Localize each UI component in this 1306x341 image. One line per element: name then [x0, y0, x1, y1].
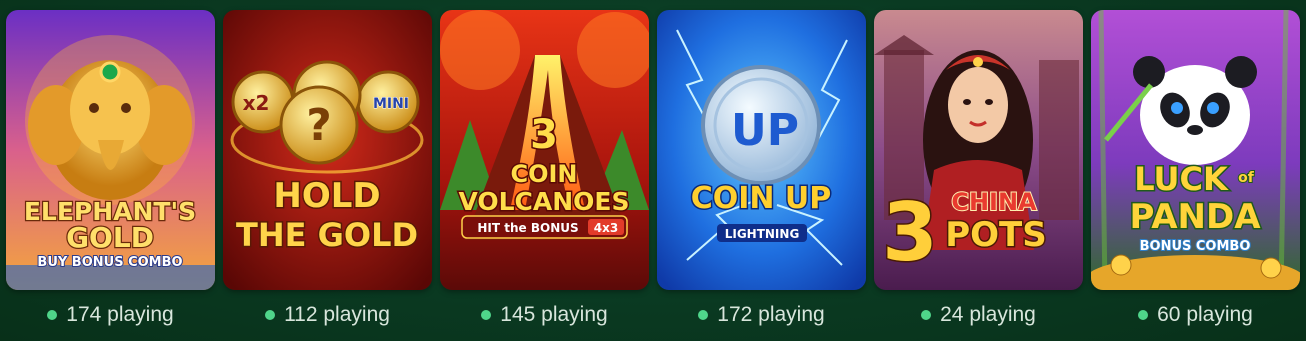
title-line2: THE GOLD: [236, 216, 418, 254]
game-card-luck-of-panda[interactable]: LUCK of PANDA BONUS COMBO: [1091, 10, 1300, 290]
title-number: 3: [530, 112, 558, 158]
game-thumbnail: UP COIN UP LIGHTNING: [657, 10, 866, 290]
online-dot-icon: [481, 310, 492, 320]
title-line2: VOLCANOES: [458, 187, 629, 216]
online-dot-icon: [47, 310, 58, 320]
online-dot-icon: [1138, 310, 1149, 320]
game-thumbnail: LUCK of PANDA BONUS COMBO: [1091, 10, 1300, 290]
players-status: 174 playing: [2, 300, 219, 330]
coin-label-right: MINI: [373, 96, 409, 112]
game-card-elephants-gold[interactable]: ELEPHANT'S GOLD BUY BONUS COMBO: [6, 10, 215, 290]
players-count: 145 playing: [500, 303, 608, 326]
games-row: ELEPHANT'S GOLD BUY BONUS COMBO 174 play…: [6, 10, 1302, 340]
title-line2: POTS: [945, 215, 1047, 255]
online-dot-icon: [265, 310, 276, 320]
game-card-coin-up-lightning[interactable]: UP COIN UP LIGHTNING: [657, 10, 866, 290]
players-count: 112 playing: [284, 303, 390, 326]
title-line1: COIN UP: [691, 181, 832, 216]
title-line2: GOLD: [66, 221, 154, 254]
title-small: of: [1238, 170, 1255, 186]
online-dot-icon: [921, 310, 932, 320]
title-line2: PANDA: [1129, 197, 1261, 237]
players-status: 24 playing: [870, 300, 1087, 330]
game-thumbnail: 3 COIN VOLCANOES HIT the BONUS 4x3: [440, 10, 649, 290]
players-status: 112 playing: [219, 300, 436, 330]
bonus-badge: HIT the BONUS: [477, 221, 578, 235]
game-card-3-china-pots[interactable]: 3 CHINA POTS: [874, 10, 1083, 290]
game-card-hold-the-gold[interactable]: x2 MINI ? HOLD THE GOLD: [223, 10, 432, 290]
players-count: 174 playing: [66, 303, 174, 326]
coin-label-center: ?: [306, 100, 332, 151]
players-count: 24 playing: [940, 303, 1036, 326]
players-status: 172 playing: [653, 300, 870, 330]
players-status: 60 playing: [1087, 300, 1304, 330]
players-count: 172 playing: [717, 303, 825, 326]
game-thumbnail: 3 CHINA POTS: [874, 10, 1083, 290]
title-line1: COIN: [510, 160, 577, 188]
title-number: 3: [882, 186, 938, 279]
game-thumbnail: ELEPHANT'S GOLD BUY BONUS COMBO: [6, 10, 215, 290]
coin-label-left: x2: [243, 91, 270, 115]
subtitle: LIGHTNING: [725, 227, 800, 241]
players-status: 145 playing: [436, 300, 653, 330]
title-line1: CHINA: [951, 188, 1037, 216]
players-count: 60 playing: [1157, 303, 1253, 326]
bonus-multiplier: 4x3: [594, 221, 618, 235]
game-card-3-coin-volcanoes[interactable]: 3 COIN VOLCANOES HIT the BONUS 4x3: [440, 10, 649, 290]
subtitle: BUY BONUS COMBO: [37, 255, 182, 270]
game-thumbnail: x2 MINI ? HOLD THE GOLD: [223, 10, 432, 290]
subtitle: BONUS COMBO: [1140, 239, 1251, 254]
title-line1: HOLD: [273, 176, 380, 216]
title-line1: LUCK: [1134, 160, 1229, 198]
coin-label: UP: [731, 105, 799, 156]
online-dot-icon: [698, 310, 709, 320]
